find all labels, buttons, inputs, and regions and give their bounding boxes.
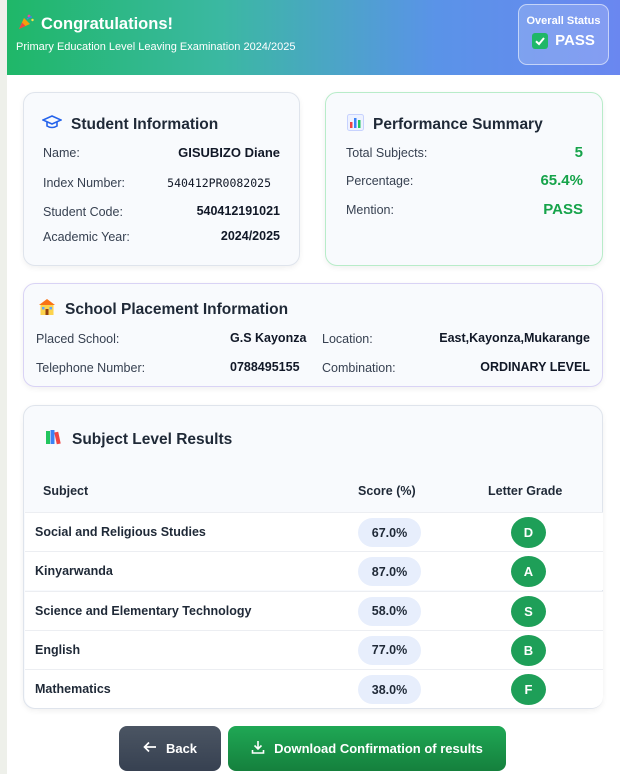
combination-label: Combination: — [322, 361, 396, 375]
results-page: Congratulations! Primary Education Level… — [7, 0, 620, 774]
letter-grade-badge: D — [511, 517, 546, 548]
total-subjects-value: 5 — [574, 144, 583, 161]
letter-grade-badge: F — [511, 674, 546, 706]
telephone-label: Telephone Number: — [36, 361, 146, 375]
student-code-label: Student Code: — [43, 205, 123, 219]
download-icon — [251, 740, 265, 757]
mention-value: PASS — [543, 201, 583, 218]
score-badge: 77.0% — [358, 635, 421, 665]
table-row: Mathematics 38.0% F — [25, 669, 603, 709]
overall-status-value: PASS — [519, 32, 608, 49]
location: East,Kayonza,Mukarange — [439, 331, 590, 345]
column-header-score: Score (%) — [358, 484, 416, 498]
table-row: Science and Elementary Technology 58.0% S — [25, 590, 603, 630]
table-row: English 77.0% B — [25, 629, 603, 669]
percentage-label: Percentage: — [346, 174, 414, 188]
back-button-label: Back — [165, 741, 198, 756]
subject-name: English — [35, 642, 81, 657]
banner-title: Congratulations! — [17, 13, 173, 36]
letter-grade-badge: B — [511, 634, 546, 666]
performance-title-text: Performance Summary — [373, 116, 543, 133]
student-info-title: Student Information — [41, 114, 219, 135]
score-badge: 38.0% — [358, 675, 421, 705]
academic-year-label: Academic Year: — [43, 230, 130, 244]
placed-school: G.S Kayonza — [230, 331, 307, 345]
table-row: Social and Religious Studies 67.0% D — [25, 512, 603, 551]
banner-title-text: Congratulations! — [41, 15, 173, 33]
percentage-value: 65.4% — [540, 172, 583, 189]
location-label: Location: — [322, 332, 373, 346]
letter-grade-badge: A — [511, 556, 546, 588]
table-row: Kinyarwanda 87.0% A — [25, 551, 603, 591]
school-placement-card: School Placement Information Placed Scho… — [23, 283, 603, 387]
placed-school-label: Placed School: — [36, 332, 120, 346]
combination: ORDINARY LEVEL — [480, 360, 590, 374]
graduation-cap-icon — [41, 114, 63, 135]
subject-name: Mathematics — [35, 682, 111, 697]
subject-results-card: Subject Level Results Subject Score (%) … — [23, 405, 603, 709]
telephone-number: 0788495155 — [230, 360, 300, 374]
mention-label: Mention: — [346, 203, 394, 217]
score-badge: 58.0% — [358, 596, 421, 626]
download-confirmation-button[interactable]: Download Confirmation of results — [228, 726, 506, 771]
back-button[interactable]: Back — [119, 726, 221, 771]
subject-name: Social and Religious Studies — [35, 525, 206, 539]
banner-subtitle: Primary Education Level Leaving Examinat… — [16, 41, 296, 53]
congratulations-banner: Congratulations! Primary Education Level… — [7, 0, 620, 75]
total-subjects-label: Total Subjects: — [346, 146, 428, 160]
score-badge: 87.0% — [358, 557, 421, 587]
performance-title: Performance Summary — [347, 114, 543, 136]
placement-title-text: School Placement Information — [65, 300, 289, 318]
bar-chart-icon — [347, 114, 364, 136]
score-badge: 67.0% — [358, 518, 421, 547]
index-number-label: Index Number: — [43, 176, 125, 190]
column-header-grade: Letter Grade — [488, 484, 563, 498]
overall-status-text: PASS — [555, 32, 595, 49]
check-icon — [532, 32, 549, 49]
student-info-title-text: Student Information — [71, 115, 219, 133]
subject-name: Kinyarwanda — [35, 564, 113, 579]
arrow-left-icon — [143, 741, 157, 756]
results-title: Subject Level Results — [45, 428, 232, 451]
letter-grade-badge: S — [511, 595, 546, 627]
index-number: 540412PR0082025 — [167, 176, 271, 190]
student-code: 540412191021 — [196, 204, 280, 218]
name-label: Name: — [43, 146, 80, 160]
books-icon — [45, 428, 63, 451]
subject-name: Science and Elementary Technology — [35, 603, 252, 618]
column-header-subject: Subject — [43, 484, 89, 498]
overall-status-label: Overall Status — [526, 15, 601, 27]
student-information-card: Student Information Name: GISUBIZO Diane… — [23, 92, 300, 266]
academic-year: 2024/2025 — [220, 229, 280, 243]
download-button-label: Download Confirmation of results — [274, 741, 483, 756]
results-title-text: Subject Level Results — [72, 430, 233, 448]
student-name: GISUBIZO Diane — [178, 145, 280, 160]
placement-title: School Placement Information — [38, 298, 288, 321]
overall-status-box: Overall Status PASS — [518, 4, 609, 65]
party-popper-icon — [17, 13, 35, 36]
school-icon — [38, 298, 56, 321]
performance-summary-card: Performance Summary Total Subjects: 5 Pe… — [325, 92, 603, 266]
